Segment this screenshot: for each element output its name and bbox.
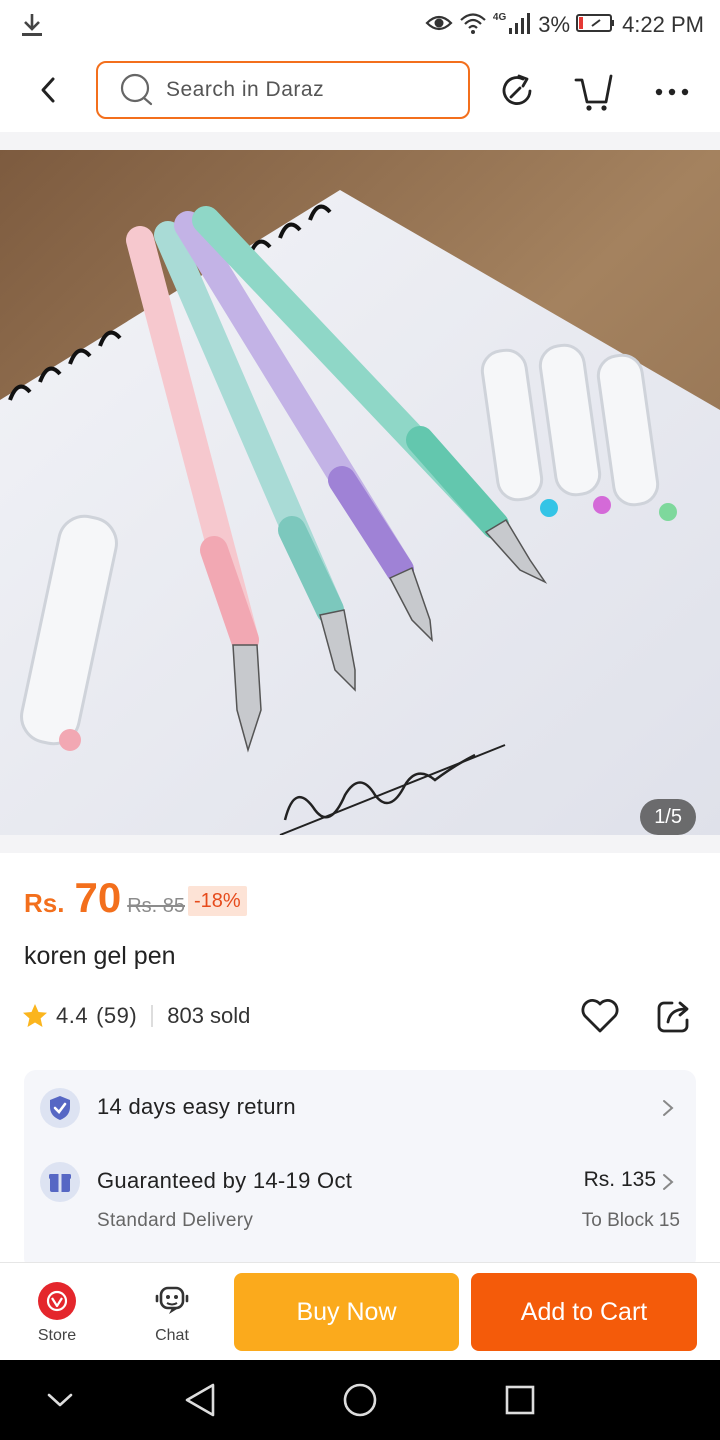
back-triangle-icon [185, 1383, 215, 1417]
price-row: Rs. 70 Rs. 85 [24, 874, 185, 926]
cart-icon [574, 74, 613, 111]
store-button[interactable]: Store [17, 1281, 97, 1345]
recents-square-icon [505, 1385, 535, 1415]
product-image[interactable]: 1/5 [0, 150, 720, 835]
discount-badge: -18% [188, 886, 247, 916]
nav-recents-button[interactable] [498, 1378, 542, 1422]
add-to-cart-button[interactable]: Add to Cart [471, 1273, 697, 1351]
back-arrow-icon [41, 77, 55, 103]
service-card: 14 days easy return Guaranteed by 14-19 … [24, 1070, 696, 1270]
star-icon [23, 1004, 47, 1027]
share-icon [657, 1001, 689, 1033]
sold-count: 803 sold [167, 1003, 251, 1028]
wifi-icon [459, 11, 487, 40]
refresh-share-icon [502, 74, 532, 105]
battery-icon [576, 13, 616, 38]
cart-button[interactable] [572, 70, 616, 114]
heart-icon [581, 999, 619, 1033]
chevron-right-icon [663, 1100, 674, 1116]
chat-label: Chat [155, 1327, 189, 1344]
chat-button[interactable]: Chat [132, 1281, 212, 1345]
buy-now-button[interactable]: Buy Now [234, 1273, 459, 1351]
image-counter: 1/5 [640, 799, 696, 835]
battery-percent: 3% [538, 12, 571, 37]
clock: 4:22 PM [622, 12, 704, 37]
share-product-button[interactable] [652, 994, 696, 1038]
chevron-down-icon [47, 1393, 73, 1407]
rating-separator [151, 1005, 154, 1027]
home-circle-icon [343, 1383, 377, 1417]
rating-value: 4.4 [56, 1003, 89, 1028]
share-button[interactable] [496, 70, 540, 114]
delivery-type: Standard Delivery [97, 1210, 254, 1231]
status-bar: 4G 3% 4:22 PM [0, 0, 720, 50]
search-placeholder: Search in Daraz [166, 78, 325, 101]
bottom-action-bar: Store Chat Buy Now Add to Cart [0, 1262, 720, 1360]
review-count: (59) [96, 1003, 138, 1028]
delivery-location: To Block 15 [581, 1210, 680, 1231]
download-icon [20, 12, 44, 43]
signal-icon [508, 12, 532, 39]
store-icon [38, 1282, 76, 1320]
nav-back-button[interactable] [178, 1378, 222, 1422]
price-currency: Rs. [24, 888, 65, 918]
rating-row[interactable]: 4.4 (59) 803 sold [22, 1000, 250, 1032]
top-header: Search in Daraz [0, 50, 720, 132]
store-label: Store [37, 1327, 77, 1344]
product-photo [0, 150, 720, 835]
section-divider [0, 835, 720, 853]
system-nav-bar [0, 1360, 720, 1440]
return-policy-text: 14 days easy return [97, 1094, 296, 1119]
header-divider [0, 132, 720, 150]
product-title: koren gel pen [24, 942, 176, 970]
more-button[interactable] [650, 70, 694, 114]
chevron-right-icon [663, 1174, 674, 1190]
nav-home-button[interactable] [338, 1378, 382, 1422]
wishlist-button[interactable] [578, 994, 622, 1038]
delivery-price: Rs. 135 [583, 1168, 656, 1191]
delivery-box-icon [40, 1162, 80, 1202]
more-icon [655, 88, 689, 96]
eye-icon [425, 13, 453, 38]
search-input[interactable]: Search in Daraz [96, 61, 470, 119]
delivery-guarantee: Guaranteed by 14-19 Oct [97, 1168, 353, 1193]
nav-hide-button[interactable] [38, 1378, 82, 1422]
shield-check-icon [40, 1088, 80, 1128]
search-icon [120, 73, 153, 106]
back-button[interactable] [28, 70, 68, 110]
original-price: Rs. 85 [127, 895, 185, 917]
network-type: 4G [492, 12, 507, 23]
chat-icon [155, 1286, 189, 1314]
price-value: 70 [74, 874, 122, 921]
